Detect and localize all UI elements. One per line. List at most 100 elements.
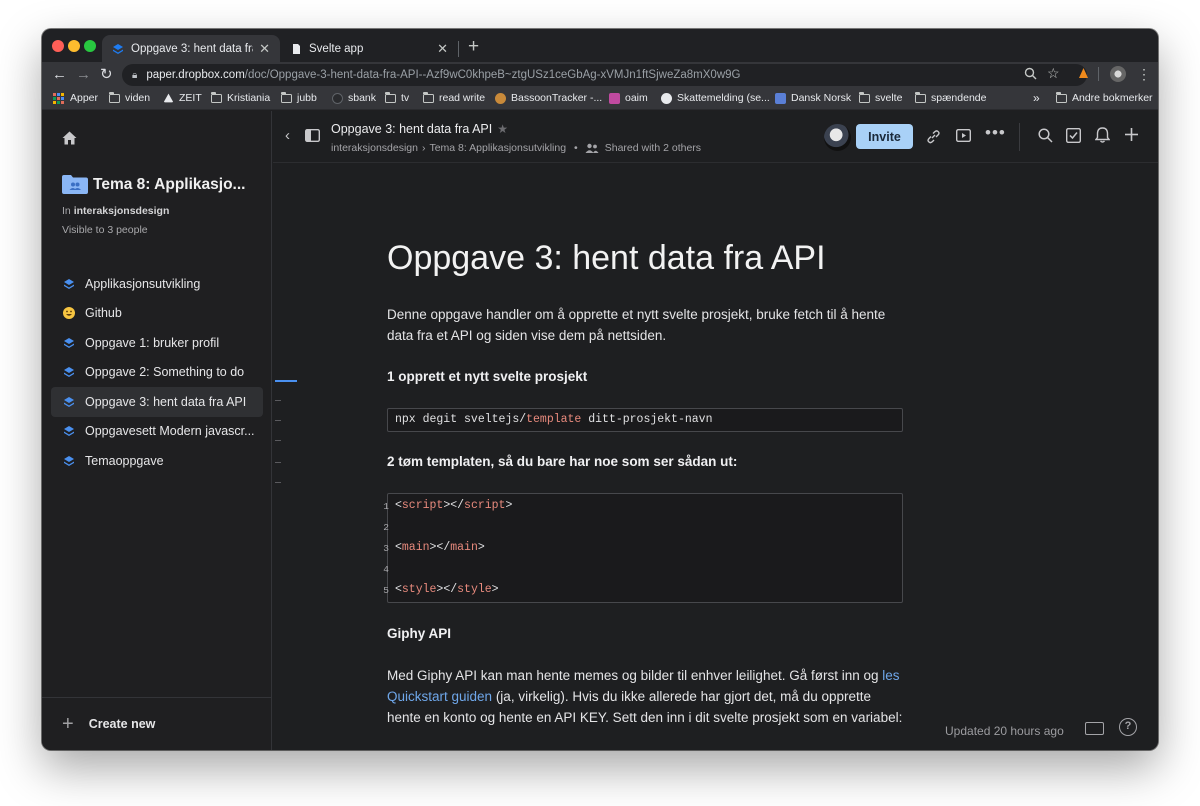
outline-marker[interactable] — [275, 400, 281, 401]
people-icon — [585, 143, 599, 153]
bookmark-tv[interactable]: tv — [385, 91, 409, 104]
outline-marker-active[interactable] — [275, 380, 297, 382]
new-tab-button[interactable]: + — [468, 36, 479, 58]
sidebar-item-oppgavesett[interactable]: Oppgavesett Modern javascr... — [51, 417, 263, 447]
address-bar[interactable]: 🔒︎ paper.dropbox.com/doc/Oppgave-3-hent-… — [122, 64, 1087, 86]
bookmark-dansk-norsk[interactable]: Dansk Norsk — [775, 92, 851, 104]
bookmarks-overflow-button[interactable]: » — [1033, 91, 1040, 105]
outline-marker[interactable] — [275, 440, 281, 441]
sidebar-item-temaoppgave[interactable]: Temaoppgave — [51, 446, 263, 476]
bookmark-oaim[interactable]: oaim — [609, 92, 648, 104]
reload-icon[interactable]: ↻ — [100, 66, 113, 84]
bookmark-sbank[interactable]: sbank — [332, 92, 376, 104]
present-icon[interactable] — [956, 129, 971, 142]
shared-with-text[interactable]: Shared with 2 others — [605, 142, 701, 154]
other-bookmarks[interactable]: Andre bokmerker — [1056, 91, 1153, 104]
chevron-left-icon[interactable]: ‹ — [285, 127, 290, 144]
shared-folder-icon — [62, 175, 88, 194]
command-code-block[interactable]: npx degit sveltejs/template ditt-prosjek… — [387, 408, 903, 432]
star-icon[interactable]: ★ — [497, 122, 508, 136]
oaim-icon — [609, 92, 620, 104]
breadcrumb-item[interactable]: Tema 8: Applikasjonsutvikling — [429, 142, 566, 154]
folder-icon — [109, 91, 120, 103]
template-code-block[interactable]: 1 <script></script> 2 3 <main></main> 4 … — [383, 493, 903, 603]
outline-marker[interactable] — [275, 462, 281, 463]
breadcrumb-separator: › — [421, 142, 426, 154]
vlc-extension-icon[interactable] — [1077, 67, 1090, 80]
giphy-paragraph[interactable]: Med Giphy API kan man hente memes og bil… — [387, 665, 907, 728]
code-line: 1 <script></script> — [383, 499, 512, 512]
bookmark-viden[interactable]: viden — [109, 91, 150, 104]
bookmark-apper[interactable]: Apper — [53, 92, 98, 104]
link-icon[interactable] — [926, 129, 941, 144]
grid-icon — [53, 92, 64, 104]
breadcrumb-item[interactable]: interaksjonsdesign — [331, 142, 418, 154]
step2-heading[interactable]: 2 tøm templaten, så du bare har noe som … — [387, 454, 737, 469]
menu-kebab-icon[interactable]: ⋮ — [1137, 66, 1151, 83]
code-keyword: template — [526, 413, 582, 426]
tab-title: Svelte app — [309, 42, 364, 55]
zoom-icon[interactable] — [1024, 67, 1037, 80]
minimize-window-button[interactable] — [68, 40, 80, 52]
folder-location: In interaksjonsdesign — [62, 205, 169, 217]
bookmark-bassoontracker[interactable]: BassoonTracker -... — [495, 92, 602, 104]
step1-heading[interactable]: 1 opprett et nytt svelte prosjekt — [387, 369, 587, 384]
more-options-icon[interactable]: ••• — [985, 123, 1006, 143]
bookmark-star-icon[interactable]: ☆ — [1047, 65, 1060, 82]
sidebar-item-applikasjonsutvikling[interactable]: Applikasjonsutvikling — [51, 269, 263, 299]
home-icon[interactable] — [62, 131, 77, 145]
bookmark-spaendende[interactable]: spændende — [915, 91, 986, 104]
folder-parent-link[interactable]: interaksjonsdesign — [74, 205, 170, 217]
avatar[interactable] — [824, 124, 851, 151]
bookmark-skattemelding[interactable]: Skattemelding (se... — [661, 92, 770, 104]
close-window-button[interactable] — [52, 40, 64, 52]
code-keyword: main — [450, 541, 478, 554]
close-tab-icon[interactable]: ✕ — [437, 41, 448, 57]
tasks-checkbox-icon[interactable] — [1066, 128, 1081, 143]
help-icon[interactable]: ? — [1119, 718, 1137, 736]
svelte-page-icon — [293, 43, 300, 54]
sidebar-item-github[interactable]: Github — [51, 299, 263, 329]
intro-paragraph[interactable]: Denne oppgave handler om å opprette et n… — [387, 304, 907, 346]
back-arrow-icon[interactable]: ← — [52, 66, 67, 84]
code-text: < — [395, 583, 402, 596]
bookmark-kristiania[interactable]: Kristiania — [211, 91, 270, 104]
doc-title[interactable]: Oppgave 3: hent data fra API — [387, 239, 826, 278]
sidebar-item-label: Github — [85, 306, 122, 321]
forward-arrow-icon[interactable]: → — [76, 66, 91, 84]
bookmark-zeit[interactable]: ZEIT — [163, 92, 202, 104]
profile-avatar[interactable] — [1110, 66, 1126, 82]
bookmark-jubb[interactable]: jubb — [281, 91, 317, 104]
search-icon[interactable] — [1038, 128, 1053, 143]
sidebar-item-oppgave-2[interactable]: Oppgave 2: Something to do — [51, 358, 263, 388]
maximize-window-button[interactable] — [84, 40, 96, 52]
folder-title[interactable]: Tema 8: Applikasjo... — [93, 176, 245, 194]
folder-icon — [859, 91, 870, 103]
outline-marker[interactable] — [275, 420, 281, 421]
bookmark-svelte[interactable]: svelte — [859, 91, 902, 104]
notification-bell-icon[interactable] — [1095, 127, 1110, 143]
lock-icon: 🔒︎ — [132, 69, 138, 81]
sidebar-item-label: Applikasjonsutvikling — [85, 276, 201, 291]
tab-dropbox-paper[interactable]: Oppgave 3: hent data fra API - ✕ — [102, 35, 280, 62]
dict-icon — [775, 92, 786, 104]
tab-svelte-app[interactable]: Svelte app ✕ — [280, 35, 458, 62]
folder-in-prefix: In — [62, 205, 71, 217]
sidebar-toggle-icon[interactable] — [305, 129, 320, 142]
doc-title-header[interactable]: Oppgave 3: hent data fra API ★ — [331, 122, 508, 136]
tab-strip: Oppgave 3: hent data fra API - ✕ Svelte … — [42, 29, 1158, 62]
bookmark-read-write[interactable]: read write — [423, 91, 485, 104]
invite-button[interactable]: Invite — [856, 124, 913, 149]
plus-icon[interactable] — [1124, 127, 1139, 142]
close-tab-icon[interactable]: ✕ — [259, 41, 270, 57]
giphy-heading[interactable]: Giphy API — [387, 626, 451, 641]
bookmark-label: Dansk Norsk — [791, 92, 852, 104]
sidebar-item-oppgave-1[interactable]: Oppgave 1: bruker profil — [51, 328, 263, 358]
create-new-button[interactable]: + Create new — [42, 697, 271, 750]
outline-marker[interactable] — [275, 482, 281, 483]
keyboard-shortcuts-icon[interactable] — [1085, 722, 1104, 735]
line-number: 1 — [383, 501, 389, 512]
code-text: ></ — [429, 541, 451, 554]
sidebar-item-oppgave-3[interactable]: Oppgave 3: hent data fra API — [51, 387, 263, 417]
sidebar-item-label: Oppgave 1: bruker profil — [85, 335, 220, 350]
